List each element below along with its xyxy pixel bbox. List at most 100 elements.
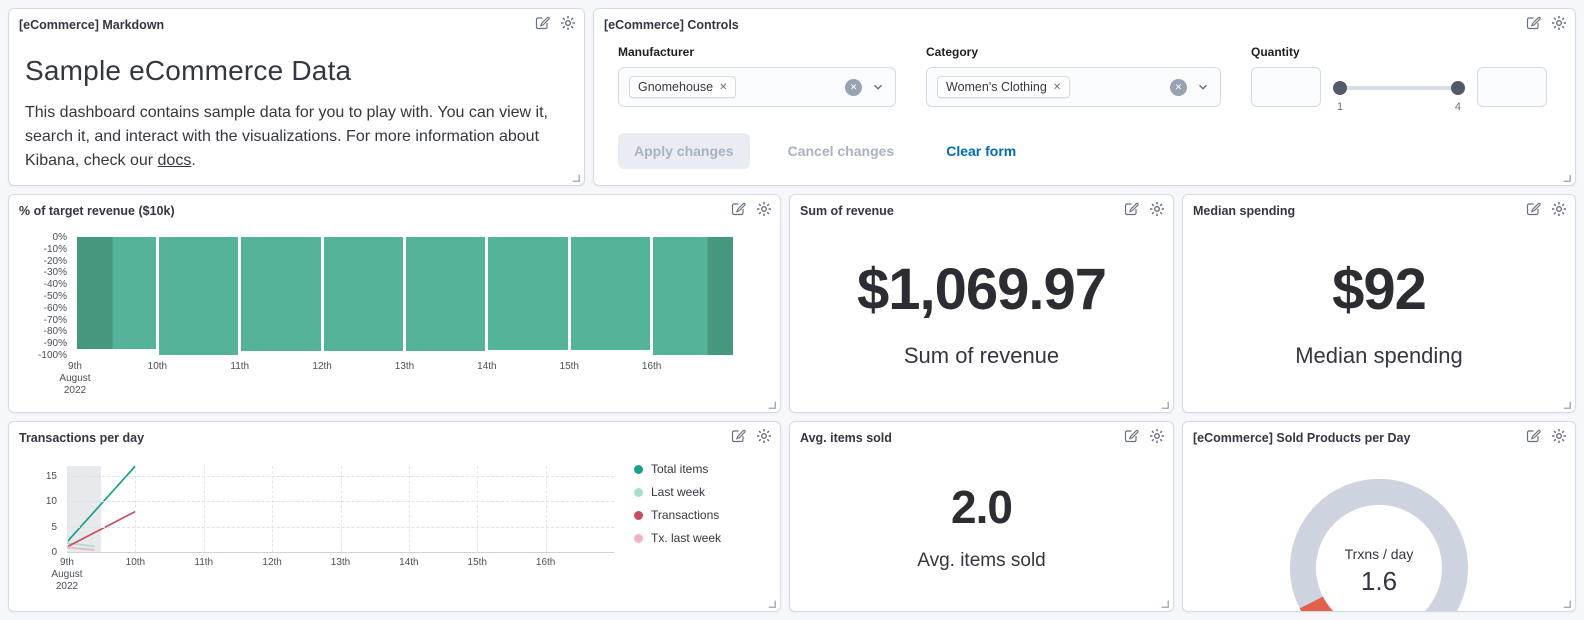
markdown-body: This dashboard contains sample data for … — [25, 101, 566, 173]
legend-item[interactable]: Total items — [634, 462, 756, 476]
edit-panel-icon[interactable] — [1525, 428, 1541, 444]
panel-actions — [730, 428, 772, 444]
chart-legend: Total items Last week Transactions Tx. last… — [634, 462, 756, 554]
gauge-text: Trxns / day 1.6 — [1183, 546, 1575, 597]
category-pill-label: Women's Clothing — [946, 80, 1047, 94]
gear-icon[interactable] — [1551, 428, 1567, 444]
gear-icon[interactable] — [1149, 201, 1165, 217]
x-axis-tick-label: 12th — [312, 361, 332, 372]
edit-panel-icon[interactable] — [730, 201, 746, 217]
edit-panel-icon[interactable] — [1525, 201, 1541, 217]
revenue-bar[interactable] — [488, 237, 568, 351]
panel-title[interactable]: [eCommerce] Sold Products per Day — [1193, 428, 1410, 445]
manufacturer-label: Manufacturer — [618, 45, 695, 59]
panel-title[interactable]: [eCommerce] Controls — [604, 15, 739, 32]
x-axis-tick-label: 9th August 2022 — [51, 557, 83, 592]
quantity-min-handle[interactable] — [1333, 81, 1347, 95]
panel-title[interactable]: Median spending — [1193, 201, 1295, 218]
x-axis-tick-label: 15th — [559, 361, 579, 372]
x-axis-tick-label: 14th — [399, 557, 419, 568]
metric-label: Avg. items sold — [917, 549, 1046, 571]
legend-label: Total items — [651, 462, 709, 476]
panel-title[interactable]: [eCommerce] Markdown — [19, 15, 164, 32]
legend-dot — [634, 487, 643, 497]
category-pill[interactable]: Women's Clothing ✕ — [937, 76, 1071, 98]
median-spending-panel: Median spending $92 Median spending — [1182, 194, 1576, 413]
quantity-max-handle[interactable] — [1451, 81, 1465, 95]
manufacturer-combobox[interactable]: Gnomehouse ✕ ✕ — [618, 67, 896, 107]
clear-selection-icon[interactable]: ✕ — [845, 78, 862, 96]
gear-icon[interactable] — [1551, 15, 1567, 31]
edit-panel-icon[interactable] — [730, 428, 746, 444]
panel-header: Avg. items sold — [790, 422, 1173, 448]
metric-label: Sum of revenue — [903, 343, 1060, 368]
legend-label: Tx. last week — [651, 531, 722, 545]
gear-icon[interactable] — [560, 15, 576, 31]
revenue-bar[interactable] — [653, 237, 733, 355]
resize-handle[interactable] — [569, 171, 582, 184]
resize-handle[interactable] — [1560, 171, 1573, 184]
controls-buttons: Apply changes Cancel changes Clear form — [618, 133, 1551, 169]
resize-handle[interactable] — [1560, 597, 1573, 610]
gear-icon[interactable] — [756, 201, 772, 217]
legend-item[interactable]: Last week — [634, 485, 756, 499]
markdown-body-period: . — [191, 152, 196, 169]
manufacturer-pill[interactable]: Gnomehouse ✕ — [629, 76, 737, 98]
transactions-panel: Transactions per day Total items Last wee… — [8, 421, 781, 612]
metric-value: $1,069.97 — [856, 257, 1107, 322]
gridline — [67, 466, 68, 552]
edit-panel-icon[interactable] — [1123, 201, 1139, 217]
panel-title[interactable]: Avg. items sold — [800, 428, 892, 445]
quantity-min-input[interactable] — [1251, 67, 1321, 107]
controls-form: Manufacturer Gnomehouse ✕ ✕ Category Wome… — [594, 35, 1575, 169]
revenue-bar[interactable] — [76, 237, 156, 350]
x-axis-tick-label: 11th — [230, 361, 250, 372]
gridline — [340, 466, 342, 552]
docs-link[interactable]: docs — [158, 152, 192, 169]
revenue-bar[interactable] — [241, 237, 321, 352]
panel-title[interactable]: % of target revenue ($10k) — [19, 201, 175, 218]
metric-value: 2.0 — [951, 480, 1013, 533]
gear-icon[interactable] — [1551, 201, 1567, 217]
gear-icon[interactable] — [756, 428, 772, 444]
resize-handle[interactable] — [1158, 597, 1171, 610]
y-axis-tick-label: 15 — [45, 471, 57, 483]
category-combobox[interactable]: Women's Clothing ✕ ✕ — [926, 67, 1221, 107]
panel-header: [eCommerce] Markdown — [9, 9, 584, 35]
edit-panel-icon[interactable] — [1525, 15, 1541, 31]
panel-title[interactable]: Sum of revenue — [800, 201, 894, 218]
panel-title[interactable]: Transactions per day — [19, 428, 144, 445]
remove-pill-icon[interactable]: ✕ — [719, 82, 727, 93]
apply-changes-button[interactable]: Apply changes — [618, 133, 750, 169]
resize-handle[interactable] — [1560, 398, 1573, 411]
clear-selection-icon[interactable]: ✕ — [1170, 78, 1187, 96]
edit-panel-icon[interactable] — [1123, 428, 1139, 444]
quantity-slider[interactable]: 1 4 — [1333, 73, 1465, 117]
legend-item[interactable]: Transactions — [634, 508, 756, 522]
y-axis-tick-label: -30% — [43, 267, 67, 279]
chevron-down-icon[interactable] — [1196, 80, 1210, 94]
category-label: Category — [926, 45, 979, 59]
revenue-bar[interactable] — [406, 237, 486, 352]
quantity-max-input[interactable] — [1477, 67, 1547, 107]
revenue-bar[interactable] — [323, 237, 403, 352]
target-revenue-panel: % of target revenue ($10k) 0% -10% -20% -30… — [8, 194, 781, 413]
gridline — [477, 466, 479, 552]
remove-pill-icon[interactable]: ✕ — [1053, 82, 1061, 93]
transactions-chart: Total items Last week Transactions Tx. last… — [19, 450, 770, 605]
resize-handle[interactable] — [1158, 398, 1171, 411]
edit-panel-icon[interactable] — [534, 15, 550, 31]
legend-item[interactable]: Tx. last week — [634, 531, 756, 545]
revenue-bar[interactable] — [570, 237, 651, 351]
clear-form-button[interactable]: Clear form — [946, 143, 1016, 159]
resize-handle[interactable] — [765, 398, 778, 411]
cancel-changes-button[interactable]: Cancel changes — [788, 143, 895, 159]
panel-actions — [1525, 428, 1567, 444]
gear-icon[interactable] — [1149, 428, 1165, 444]
chevron-down-icon[interactable] — [871, 80, 885, 94]
revenue-bar[interactable] — [158, 237, 239, 355]
legend-dot — [634, 533, 643, 543]
resize-handle[interactable] — [765, 597, 778, 610]
legend-dot — [634, 464, 643, 474]
metric: $92 Median spending — [1183, 221, 1575, 404]
